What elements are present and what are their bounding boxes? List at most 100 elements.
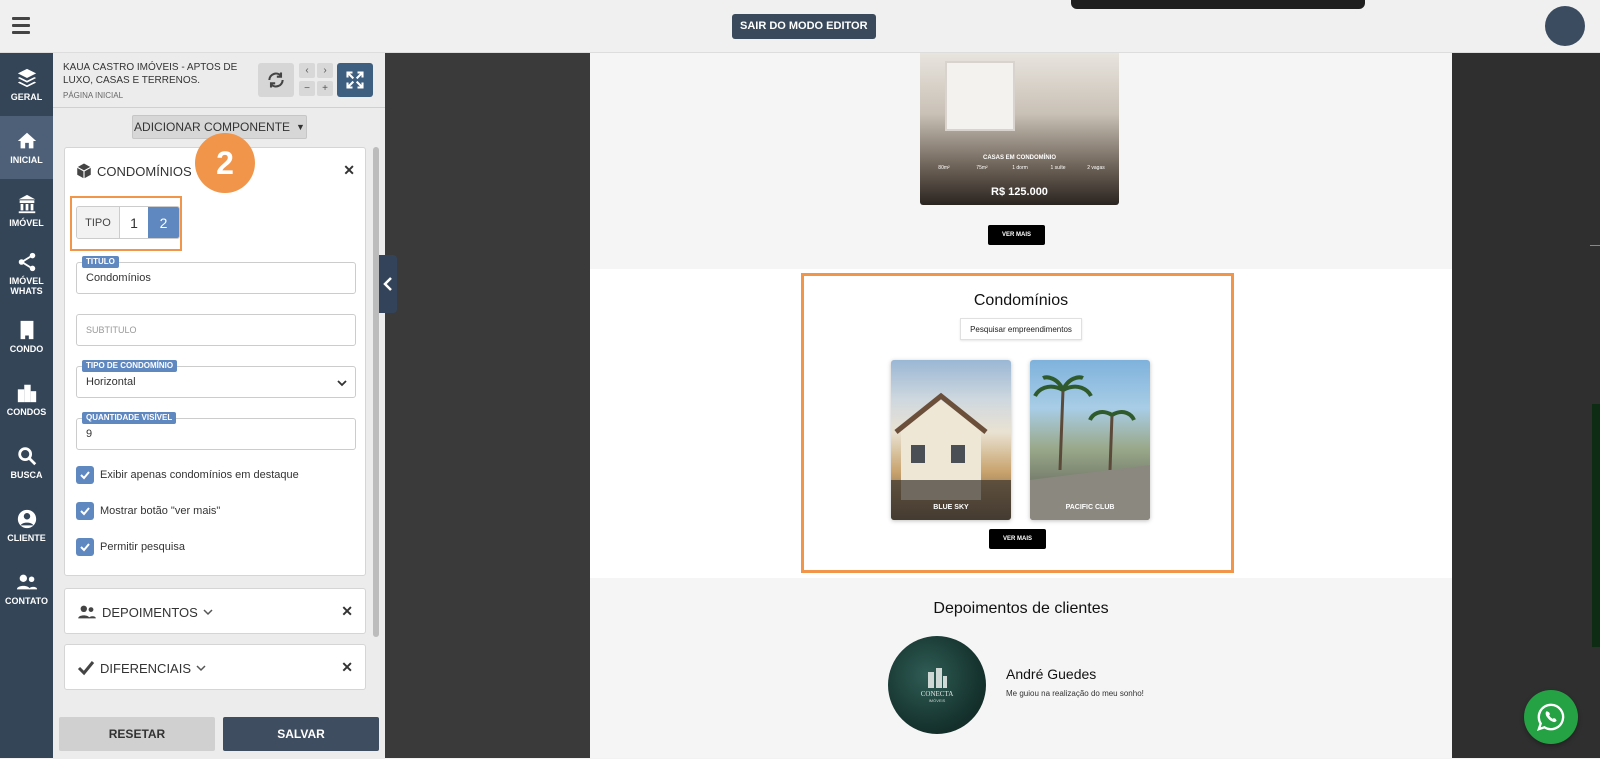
condo-card-blue-sky[interactable]: BLUE SKY — [891, 360, 1011, 520]
step-badge: 2 — [195, 133, 255, 193]
ver-mais-button[interactable]: VER MAIS — [988, 225, 1046, 245]
condominios-card: CONDOMÍNIOS 2 ✕ TIPO 1 2 Condomínios TIT… — [64, 133, 366, 576]
condo-card-pacific-club[interactable]: PACIFIC CLUB — [1030, 360, 1150, 520]
checkbox-checked-icon — [76, 466, 94, 484]
avatar[interactable] — [1545, 6, 1585, 46]
condominios-title: Condomínios — [973, 292, 1069, 309]
diferenciais-header[interactable]: DIFERENCIAIS — [77, 660, 206, 676]
nav-geral[interactable]: GERAL — [0, 53, 53, 116]
top-dropdown-bar — [1071, 0, 1365, 9]
save-button[interactable]: SALVAR — [223, 717, 379, 751]
close-icon[interactable]: ✕ — [343, 162, 355, 179]
plus-icon[interactable]: + — [317, 81, 333, 96]
minus-icon[interactable]: − — [299, 81, 315, 96]
editor-panel: KAUA CASTRO IMÓVEIS - APTOS DE LUXO, CAS… — [53, 53, 385, 759]
testimonials-section: Depoimentos de clientes CONECTA IMÓVEIS … — [590, 578, 1452, 758]
site-title: KAUA CASTRO IMÓVEIS - APTOS DE LUXO, CAS… — [63, 62, 238, 86]
menu-icon[interactable] — [12, 17, 30, 34]
nav-imovel[interactable]: IMÓVEL — [0, 179, 53, 242]
site-preview: CASAS EM CONDOMÍNIO 80m² 75m² 1 dorm 1 s… — [590, 53, 1452, 758]
right-edge-strip — [1592, 404, 1600, 647]
home-icon — [17, 132, 36, 149]
property-card[interactable]: CASAS EM CONDOMÍNIO 80m² 75m² 1 dorm 1 s… — [920, 53, 1119, 205]
nav-imovel-whats[interactable]: IMÓVEL WHATS — [0, 242, 53, 305]
search-condos-button[interactable]: Pesquisar empreendimentos — [960, 318, 1082, 340]
featured-property-section: CASAS EM CONDOMÍNIO 80m² 75m² 1 dorm 1 s… — [590, 53, 1452, 269]
palm-photo — [1030, 375, 1150, 520]
check-icon — [77, 661, 95, 676]
checkbox-checked-icon — [76, 538, 94, 556]
close-icon[interactable]: ✕ — [341, 659, 353, 676]
checkbox-destaque[interactable]: Exibir apenas condomínios em destaque — [76, 466, 299, 484]
checkbox-pesquisa[interactable]: Permitir pesquisa — [76, 538, 185, 556]
page-label: PÁGINA INICIAL — [63, 91, 124, 100]
property-price: R$ 125.000 — [991, 186, 1048, 198]
titulo-label: TITULO — [82, 256, 119, 268]
house-photo — [891, 392, 1011, 520]
users-icon — [78, 605, 96, 619]
whatsapp-button[interactable] — [1524, 690, 1578, 744]
condo-name: BLUE SKY — [933, 504, 969, 511]
panel-scrollbar[interactable] — [373, 147, 379, 637]
side-nav: GERAL INICIAL IMÓVEL IMÓVEL WHATS CONDO … — [0, 53, 53, 758]
share-icon — [18, 252, 35, 272]
subtitulo-field[interactable]: SUBTITULO — [76, 314, 356, 346]
tipo-condominio-label: TIPO DE CONDOMÍNIO — [82, 360, 178, 372]
users-icon — [16, 574, 37, 590]
nudge-controls: ‹ › − + — [299, 63, 337, 97]
nav-contato[interactable]: CONTATO — [0, 557, 53, 620]
tower-icon — [20, 320, 33, 340]
exit-editor-button[interactable]: SAIR DO MODO EDITOR — [732, 14, 876, 39]
cube-icon — [76, 163, 92, 179]
refresh-button[interactable] — [258, 63, 294, 97]
city-icon — [17, 384, 36, 403]
condominios-header[interactable]: CONDOMÍNIOS — [75, 162, 192, 180]
nav-cliente[interactable]: CLIENTE — [0, 494, 53, 557]
top-bar: SAIR DO MODO EDITOR — [0, 0, 1600, 53]
property-photo — [945, 61, 1015, 131]
nav-inicial[interactable]: INICIAL — [0, 116, 53, 179]
building-logo-icon — [928, 667, 947, 688]
chevron-left-icon[interactable]: ‹ — [299, 63, 315, 78]
testimonials-title: Depoimentos de clientes — [933, 600, 1109, 617]
canvas-right-area — [1452, 53, 1600, 758]
collapse-panel-button[interactable] — [379, 255, 397, 313]
divider — [53, 107, 385, 108]
chevron-down-icon — [337, 380, 347, 387]
layers-icon — [17, 68, 36, 88]
ver-mais-button[interactable]: VER MAIS — [989, 529, 1047, 549]
quantidade-label: QUANTIDADE VISÍVEL — [82, 412, 177, 424]
property-specs: 80m² 75m² 1 dorm 1 suíte 2 vagas — [938, 165, 1105, 171]
condo-name: PACIFIC CLUB — [1065, 504, 1115, 511]
chevron-down-icon — [196, 665, 206, 672]
chevron-right-icon[interactable]: › — [317, 63, 333, 78]
fullscreen-button[interactable] — [337, 63, 373, 97]
right-edge-tick — [1590, 245, 1600, 246]
property-category: CASAS EM CONDOMÍNIO — [982, 155, 1056, 161]
testimonial-avatar: CONECTA IMÓVEIS — [888, 636, 986, 734]
close-icon[interactable]: ✕ — [341, 603, 353, 620]
expand-icon — [346, 71, 364, 89]
depoimentos-header[interactable]: DEPOIMENTOS — [77, 604, 213, 620]
user-icon — [17, 509, 36, 529]
chevron-left-icon — [383, 277, 392, 291]
testimonial-text: Me guiou na realização do meu sonho! — [1006, 689, 1144, 698]
checkbox-checked-icon — [76, 502, 94, 520]
whatsapp-icon — [1536, 703, 1565, 732]
tipo-option-1[interactable]: 1 — [119, 207, 148, 238]
building-icon — [18, 194, 35, 214]
reset-button[interactable]: RESETAR — [59, 717, 215, 751]
diferenciais-card[interactable]: DIFERENCIAIS ✕ — [64, 644, 366, 690]
nav-busca[interactable]: BUSCA — [0, 431, 53, 494]
tipo-option-2[interactable]: 2 — [148, 207, 179, 238]
tipo-selector: TIPO 1 2 — [76, 206, 180, 239]
refresh-icon — [268, 72, 284, 88]
depoimentos-card[interactable]: DEPOIMENTOS ✕ — [64, 588, 366, 634]
chevron-down-icon: ▼ — [296, 122, 305, 132]
testimonial-name: André Guedes — [1006, 666, 1097, 682]
nav-condo[interactable]: CONDO — [0, 305, 53, 368]
components-list: CONDOMÍNIOS 2 ✕ TIPO 1 2 Condomínios TIT… — [53, 133, 385, 759]
search-icon — [17, 447, 36, 466]
checkbox-ver-mais[interactable]: Mostrar botão "ver mais" — [76, 502, 220, 520]
nav-condos[interactable]: CONDOS — [0, 368, 53, 431]
